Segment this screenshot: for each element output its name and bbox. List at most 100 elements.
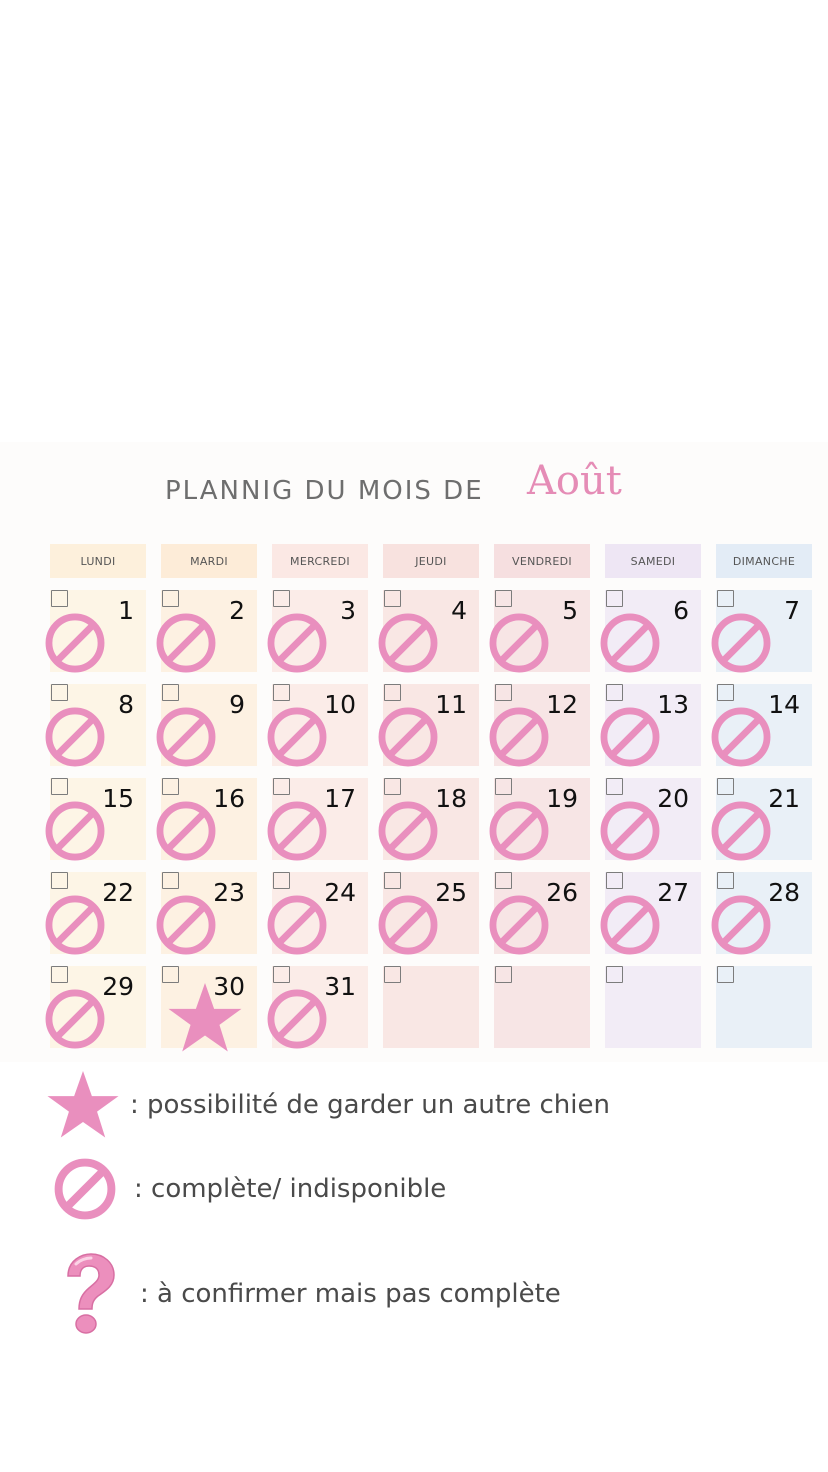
day-checkbox[interactable]	[273, 872, 290, 889]
day-cell: 31	[267, 966, 368, 1049]
legend-text-question: : à confirmer mais pas complète	[140, 1279, 561, 1309]
day-checkbox[interactable]	[495, 590, 512, 607]
day-number: 4	[451, 596, 467, 625]
day-checkbox[interactable]	[273, 684, 290, 701]
day-checkbox[interactable]	[51, 684, 68, 701]
day-cell: 11	[378, 684, 479, 767]
day-checkbox[interactable]	[717, 590, 734, 607]
day-cell: 18	[378, 778, 479, 861]
day-number: 7	[784, 596, 800, 625]
prohibited-icon	[44, 706, 106, 768]
day-checkbox[interactable]	[51, 966, 68, 983]
day-cell: 14	[711, 684, 812, 767]
day-checkbox[interactable]	[717, 684, 734, 701]
day-checkbox[interactable]	[384, 872, 401, 889]
day-number: 23	[213, 878, 245, 907]
day-checkbox[interactable]	[606, 966, 623, 983]
day-cell: 3	[267, 590, 368, 673]
prohibited-icon	[710, 612, 772, 674]
day-number: 11	[435, 690, 467, 719]
day-checkbox[interactable]	[606, 872, 623, 889]
day-checkbox[interactable]	[717, 872, 734, 889]
prohibited-icon	[266, 612, 328, 674]
day-cell: 4	[378, 590, 479, 673]
prohibited-icon	[155, 894, 217, 956]
day-checkbox[interactable]	[606, 684, 623, 701]
day-checkbox[interactable]	[162, 590, 179, 607]
day-checkbox[interactable]	[384, 778, 401, 795]
prohibited-icon	[599, 894, 661, 956]
day-checkbox[interactable]	[384, 590, 401, 607]
day-cell: 6	[600, 590, 701, 673]
day-checkbox[interactable]	[162, 778, 179, 795]
day-checkbox[interactable]	[384, 966, 401, 983]
day-number: 9	[229, 690, 245, 719]
day-cell: 2	[156, 590, 257, 673]
day-number: 6	[673, 596, 689, 625]
day-number: 20	[657, 784, 689, 813]
legend-item-unavailable: : complète/ indisponible	[52, 1156, 446, 1222]
day-checkbox[interactable]	[273, 590, 290, 607]
day-cell: 24	[267, 872, 368, 955]
legend-item-question: : à confirmer mais pas complète	[58, 1252, 561, 1336]
planning-title: PLANNIG DU MOIS DE	[165, 476, 484, 506]
weekday-header: LUNDI	[50, 544, 146, 578]
legend: : possibilité de garder un autre chien :…	[0, 1060, 828, 1360]
day-cell: 19	[489, 778, 590, 861]
day-number: 13	[657, 690, 689, 719]
day-number: 22	[102, 878, 134, 907]
prohibited-icon	[710, 800, 772, 862]
day-number: 21	[768, 784, 800, 813]
day-cell: 29	[45, 966, 146, 1049]
prohibited-icon	[155, 612, 217, 674]
star-icon	[167, 980, 243, 1056]
day-checkbox[interactable]	[51, 590, 68, 607]
prohibited-icon	[710, 706, 772, 768]
day-checkbox[interactable]	[51, 778, 68, 795]
day-number: 24	[324, 878, 356, 907]
day-checkbox[interactable]	[495, 966, 512, 983]
day-checkbox[interactable]	[384, 684, 401, 701]
day-number: 29	[102, 972, 134, 1001]
day-cell: 28	[711, 872, 812, 955]
day-cell: 1	[45, 590, 146, 673]
day-cell: 17	[267, 778, 368, 861]
day-checkbox[interactable]	[717, 778, 734, 795]
day-checkbox[interactable]	[51, 872, 68, 889]
day-cell: 12	[489, 684, 590, 767]
day-checkbox[interactable]	[495, 684, 512, 701]
day-cell: 26	[489, 872, 590, 955]
day-checkbox[interactable]	[606, 778, 623, 795]
day-number: 8	[118, 690, 134, 719]
day-cell	[383, 966, 479, 1048]
prohibited-icon	[52, 1156, 118, 1222]
prohibited-icon	[377, 800, 439, 862]
day-checkbox[interactable]	[273, 778, 290, 795]
day-checkbox[interactable]	[606, 590, 623, 607]
prohibited-icon	[377, 706, 439, 768]
legend-text-star: : possibilité de garder un autre chien	[130, 1090, 610, 1120]
day-cell: 23	[156, 872, 257, 955]
day-number: 3	[340, 596, 356, 625]
prohibited-icon	[488, 706, 550, 768]
day-checkbox[interactable]	[162, 684, 179, 701]
prohibited-icon	[266, 800, 328, 862]
day-checkbox[interactable]	[717, 966, 734, 983]
day-checkbox[interactable]	[495, 872, 512, 889]
day-checkbox[interactable]	[273, 966, 290, 983]
day-cell: 15	[45, 778, 146, 861]
prohibited-icon	[155, 800, 217, 862]
day-checkbox[interactable]	[162, 872, 179, 889]
prohibited-icon	[488, 800, 550, 862]
weekday-header: JEUDI	[383, 544, 479, 578]
day-checkbox[interactable]	[495, 778, 512, 795]
prohibited-icon	[488, 894, 550, 956]
weekday-header: DIMANCHE	[716, 544, 812, 578]
prohibited-icon	[266, 706, 328, 768]
weekday-header: VENDREDI	[494, 544, 590, 578]
day-cell: 20	[600, 778, 701, 861]
day-cell	[605, 966, 701, 1048]
day-cell: 5	[489, 590, 590, 673]
day-number: 15	[102, 784, 134, 813]
day-cell: 22	[45, 872, 146, 955]
